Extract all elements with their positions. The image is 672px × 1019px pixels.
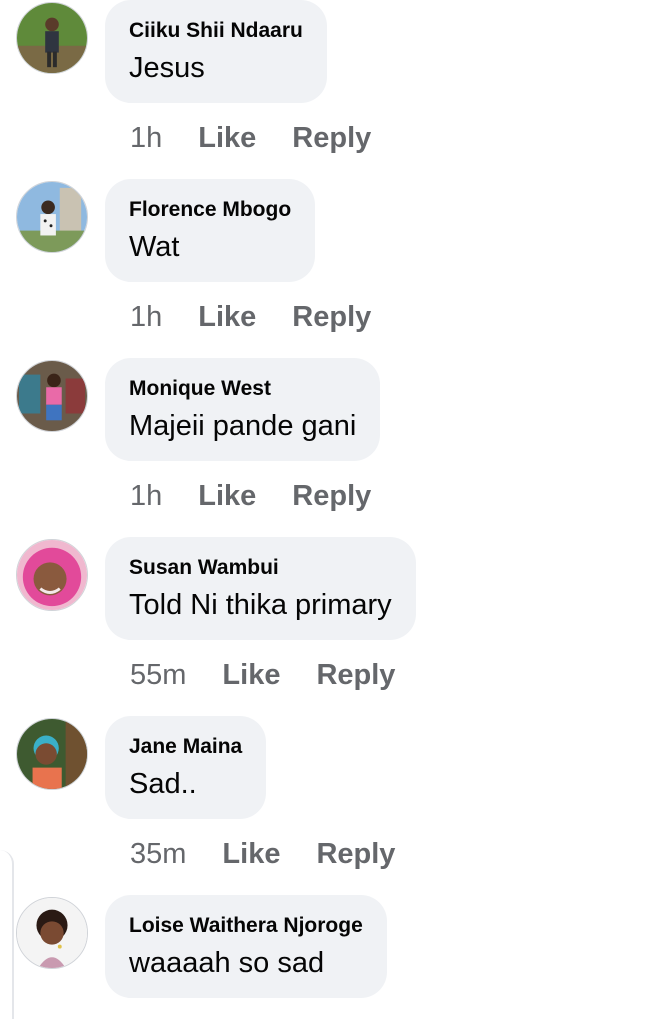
comment-bubble: Monique West Majeii pande gani: [105, 358, 381, 461]
avatar[interactable]: [16, 360, 88, 432]
reply-button[interactable]: Reply: [292, 480, 371, 513]
comment-item: Jane Maina Sad.. 35m Like Reply: [0, 716, 672, 895]
comment-actions: 1h Like Reply: [130, 118, 371, 158]
reply-button[interactable]: Reply: [292, 301, 371, 334]
timestamp[interactable]: 1h: [130, 480, 162, 513]
comment-text: Sad..: [129, 768, 197, 800]
author-name[interactable]: Jane Maina: [129, 734, 242, 760]
comment-bubble: Ciiku Shii Ndaaru Jesus: [105, 0, 327, 103]
comment-item: Loise Waithera Njoroge waaaah so sad: [0, 895, 672, 1019]
like-button[interactable]: Like: [198, 122, 256, 155]
reply-button[interactable]: Reply: [316, 659, 395, 692]
comment-text: Jesus: [129, 52, 205, 84]
comment-item: Florence Mbogo Wat 1h Like Reply: [0, 179, 672, 358]
like-button[interactable]: Like: [222, 838, 280, 871]
comment-text: Majeii pande gani: [129, 410, 357, 442]
author-name[interactable]: Ciiku Shii Ndaaru: [129, 18, 303, 44]
comment-bubble: Loise Waithera Njoroge waaaah so sad: [105, 895, 387, 998]
comment-actions: 55m Like Reply: [130, 655, 395, 695]
comment-bubble: Susan Wambui Told Ni thika primary: [105, 537, 416, 640]
reply-button[interactable]: Reply: [292, 122, 371, 155]
avatar[interactable]: [16, 181, 88, 253]
avatar[interactable]: [16, 718, 88, 790]
comment-bubble: Florence Mbogo Wat: [105, 179, 316, 282]
author-name[interactable]: Florence Mbogo: [129, 197, 291, 223]
avatar[interactable]: [16, 897, 88, 969]
comment-actions: 1h Like Reply: [130, 297, 371, 337]
screen-edge-divider: [0, 850, 14, 1019]
timestamp[interactable]: 35m: [130, 838, 186, 871]
comment-text: Wat: [129, 231, 180, 263]
timestamp[interactable]: 1h: [130, 122, 162, 155]
avatar[interactable]: [16, 539, 88, 611]
comment-item: Monique West Majeii pande gani 1h Like R…: [0, 358, 672, 537]
avatar[interactable]: [16, 2, 88, 74]
author-name[interactable]: Loise Waithera Njoroge: [129, 913, 363, 939]
comment-text: Told Ni thika primary: [129, 589, 392, 621]
comment-item: Susan Wambui Told Ni thika primary 55m L…: [0, 537, 672, 716]
comment-actions: 35m Like Reply: [130, 834, 395, 874]
timestamp[interactable]: 55m: [130, 659, 186, 692]
comment-item: Ciiku Shii Ndaaru Jesus 1h Like Reply: [0, 0, 672, 179]
like-button[interactable]: Like: [198, 480, 256, 513]
author-name[interactable]: Susan Wambui: [129, 555, 392, 581]
reply-button[interactable]: Reply: [316, 838, 395, 871]
comment-bubble: Jane Maina Sad..: [105, 716, 267, 819]
like-button[interactable]: Like: [222, 659, 280, 692]
author-name[interactable]: Monique West: [129, 376, 356, 402]
comment-actions: 1h Like Reply: [130, 476, 371, 516]
like-button[interactable]: Like: [198, 301, 256, 334]
comment-text: waaaah so sad: [129, 947, 325, 979]
timestamp[interactable]: 1h: [130, 301, 162, 334]
